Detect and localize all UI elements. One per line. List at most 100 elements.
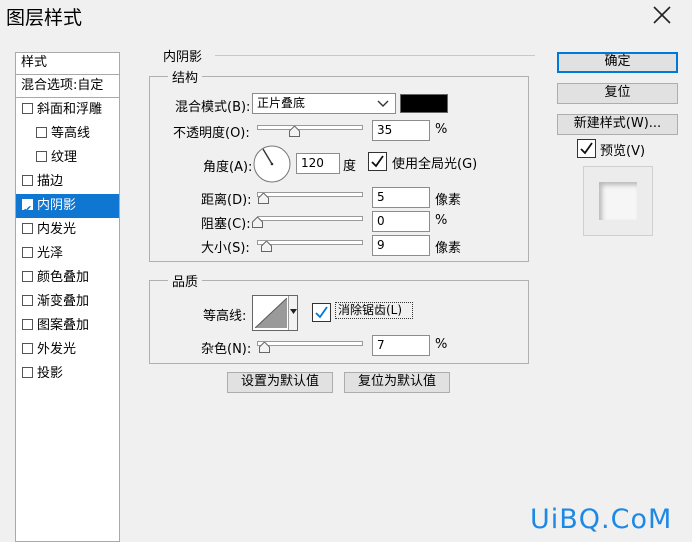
noise-slider[interactable] [257, 341, 363, 346]
style-item[interactable]: 渐变叠加 [16, 290, 119, 314]
size-input[interactable]: 9 [372, 235, 430, 256]
antialias-checkbox[interactable] [312, 303, 331, 322]
style-item-label: 斜面和浮雕 [37, 102, 103, 117]
style-item-checkbox[interactable] [36, 151, 47, 162]
distance-input[interactable]: 5 [372, 187, 430, 208]
style-item[interactable]: 光泽 [16, 242, 119, 266]
reset-default-button[interactable]: 复位为默认值 [344, 372, 450, 393]
style-item-checkbox[interactable] [22, 175, 33, 186]
distance-slider[interactable] [257, 192, 363, 197]
distance-unit: 像素 [435, 193, 462, 208]
contour-picker[interactable] [252, 295, 298, 331]
opacity-unit: % [435, 122, 448, 137]
structure-title: 结构 [168, 67, 203, 86]
distance-slider-thumb[interactable] [258, 193, 269, 204]
choke-unit: % [435, 213, 448, 228]
style-item[interactable]: 等高线 [16, 122, 119, 146]
style-list: 样式 混合选项:自定 斜面和浮雕等高线纹理描边 ✔ 内阴影内发光光泽颜色叠加渐变叠加… [15, 52, 120, 542]
style-item-checkbox[interactable] [22, 343, 33, 354]
global-light-checkbox[interactable] [368, 152, 387, 171]
noise-label: 杂色(N): [201, 342, 252, 357]
choke-slider-thumb[interactable] [252, 217, 263, 228]
angle-unit: 度 [343, 159, 357, 174]
style-item-label: 描边 [37, 174, 64, 189]
ok-button[interactable]: 确定 [557, 52, 678, 73]
noise-slider-thumb[interactable] [259, 342, 270, 353]
angle-input[interactable]: 120 [296, 153, 340, 174]
preview-label[interactable]: 预览(V) [600, 140, 645, 159]
style-item[interactable]: ✔ 内阴影 [16, 194, 119, 218]
contour-label: 等高线: [203, 309, 247, 324]
style-item[interactable]: 图案叠加 [16, 314, 119, 338]
style-item-label: 内发光 [37, 222, 77, 237]
contour-dropdown[interactable] [288, 296, 297, 330]
new-style-button[interactable]: 新建样式(W)... [557, 114, 678, 135]
noise-input[interactable]: 7 [372, 335, 430, 356]
size-unit: 像素 [435, 241, 462, 256]
preview-thumbnail [583, 166, 653, 236]
opacity-slider[interactable] [257, 125, 363, 130]
contour-preview-icon [255, 298, 287, 328]
style-item[interactable]: 外发光 [16, 338, 119, 362]
opacity-slider-thumb[interactable] [289, 126, 301, 137]
style-item-checkbox[interactable] [22, 367, 33, 378]
window-title: 图层样式 [6, 7, 83, 29]
style-item-label: 纹理 [51, 150, 78, 165]
style-item-checkbox[interactable] [22, 103, 33, 114]
size-slider-thumb[interactable] [261, 241, 272, 252]
style-item-label: 图案叠加 [37, 318, 90, 333]
style-item-checkbox[interactable] [22, 295, 33, 306]
style-item[interactable]: 内发光 [16, 218, 119, 242]
opacity-label: 不透明度(O): [173, 126, 250, 141]
choke-label: 阻塞(C): [201, 217, 251, 232]
watermark: UiBQ.CoM [530, 504, 673, 535]
triangle-down-icon [290, 309, 297, 314]
style-item-label: 颜色叠加 [37, 270, 90, 285]
size-label: 大小(S): [201, 241, 250, 256]
close-icon[interactable] [651, 4, 673, 26]
noise-unit: % [435, 337, 448, 352]
preview-checkbox[interactable] [577, 139, 596, 158]
blend-mode-value: 正片叠底 [257, 96, 306, 110]
shadow-color-swatch[interactable] [400, 94, 448, 113]
style-item-checkbox[interactable] [22, 271, 33, 282]
blend-mode-label: 混合模式(B): [175, 100, 251, 115]
style-item[interactable]: 颜色叠加 [16, 266, 119, 290]
size-slider[interactable] [257, 240, 363, 245]
check-icon [315, 306, 328, 319]
reset-button[interactable]: 复位 [557, 83, 678, 104]
style-item-label: 内阴影 [37, 198, 77, 213]
check-icon [371, 155, 384, 168]
style-item-label: 外发光 [37, 342, 77, 357]
angle-label: 角度(A): [203, 160, 253, 175]
antialias-label[interactable]: 消除锯齿(L) [335, 302, 413, 319]
preview-swatch [599, 182, 637, 220]
style-item-checkbox[interactable] [36, 127, 47, 138]
style-item-checkbox[interactable] [22, 247, 33, 258]
style-item[interactable]: 纹理 [16, 146, 119, 170]
style-list-header: 样式 [16, 53, 119, 75]
style-item-label: 光泽 [37, 246, 64, 261]
quality-title: 品质 [168, 271, 203, 290]
global-light-label[interactable]: 使用全局光(G) [392, 153, 477, 172]
blend-mode-select[interactable]: 正片叠底 [252, 93, 396, 114]
section-divider [215, 55, 535, 56]
choke-input[interactable]: 0 [372, 211, 430, 232]
style-item-checkbox[interactable]: ✔ [22, 199, 33, 216]
style-item[interactable]: 投影 [16, 362, 119, 386]
angle-dial[interactable] [253, 145, 291, 183]
style-item-label: 投影 [37, 366, 64, 381]
style-item-checkbox[interactable] [22, 319, 33, 330]
style-item[interactable]: 斜面和浮雕 [16, 98, 119, 122]
chevron-down-icon [377, 100, 389, 107]
style-item[interactable]: 描边 [16, 170, 119, 194]
distance-label: 距离(D): [201, 193, 252, 208]
style-item-label: 渐变叠加 [37, 294, 90, 309]
section-title: 内阴影 [163, 50, 203, 65]
style-item-checkbox[interactable] [22, 223, 33, 234]
opacity-input[interactable]: 35 [372, 120, 430, 141]
check-icon [580, 142, 593, 155]
set-default-button[interactable]: 设置为默认值 [227, 372, 333, 393]
choke-slider[interactable] [257, 216, 363, 221]
blend-options-item[interactable]: 混合选项:自定 [16, 75, 119, 98]
